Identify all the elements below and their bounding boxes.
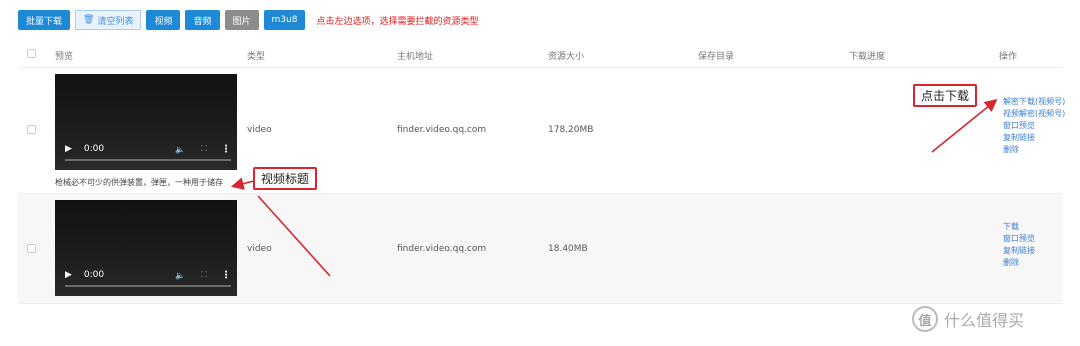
arrow-tail [257,195,331,277]
arrow-to-title [230,177,255,190]
watermark-text: 什么值得买 [944,311,1025,330]
watermark: 值 什么值得买 [912,306,1024,332]
annotation-arrows [230,98,998,277]
watermark-logo-icon: 值 [912,306,938,332]
arrow-to-download [931,98,998,153]
annotation-video-title: 视频标题 [253,167,318,190]
annotation-click-download: 点击下载 [913,84,978,107]
